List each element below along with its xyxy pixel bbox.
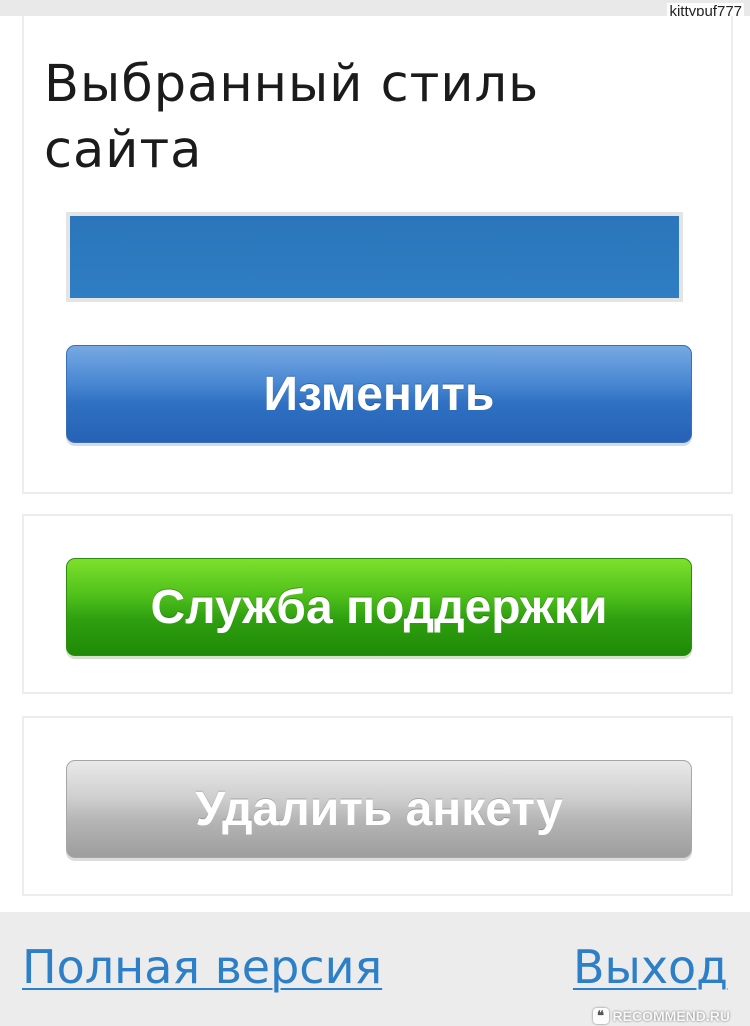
site-watermark-text: RECOMMEND.RU bbox=[612, 1008, 730, 1024]
section-title: Выбранный стиль сайта bbox=[44, 55, 540, 180]
selected-style-swatch bbox=[66, 212, 683, 302]
delete-profile-button[interactable]: Удалить анкету bbox=[66, 760, 692, 858]
full-version-link[interactable]: Полная версия bbox=[22, 938, 382, 996]
top-strip bbox=[0, 0, 750, 16]
quote-icon: ❝ bbox=[592, 1008, 609, 1024]
support-button[interactable]: Служба поддержки bbox=[66, 558, 692, 656]
change-style-button[interactable]: Изменить bbox=[66, 345, 692, 443]
exit-link[interactable]: Выход bbox=[573, 938, 728, 996]
site-watermark: ❝ RECOMMEND.RU bbox=[592, 1008, 730, 1024]
